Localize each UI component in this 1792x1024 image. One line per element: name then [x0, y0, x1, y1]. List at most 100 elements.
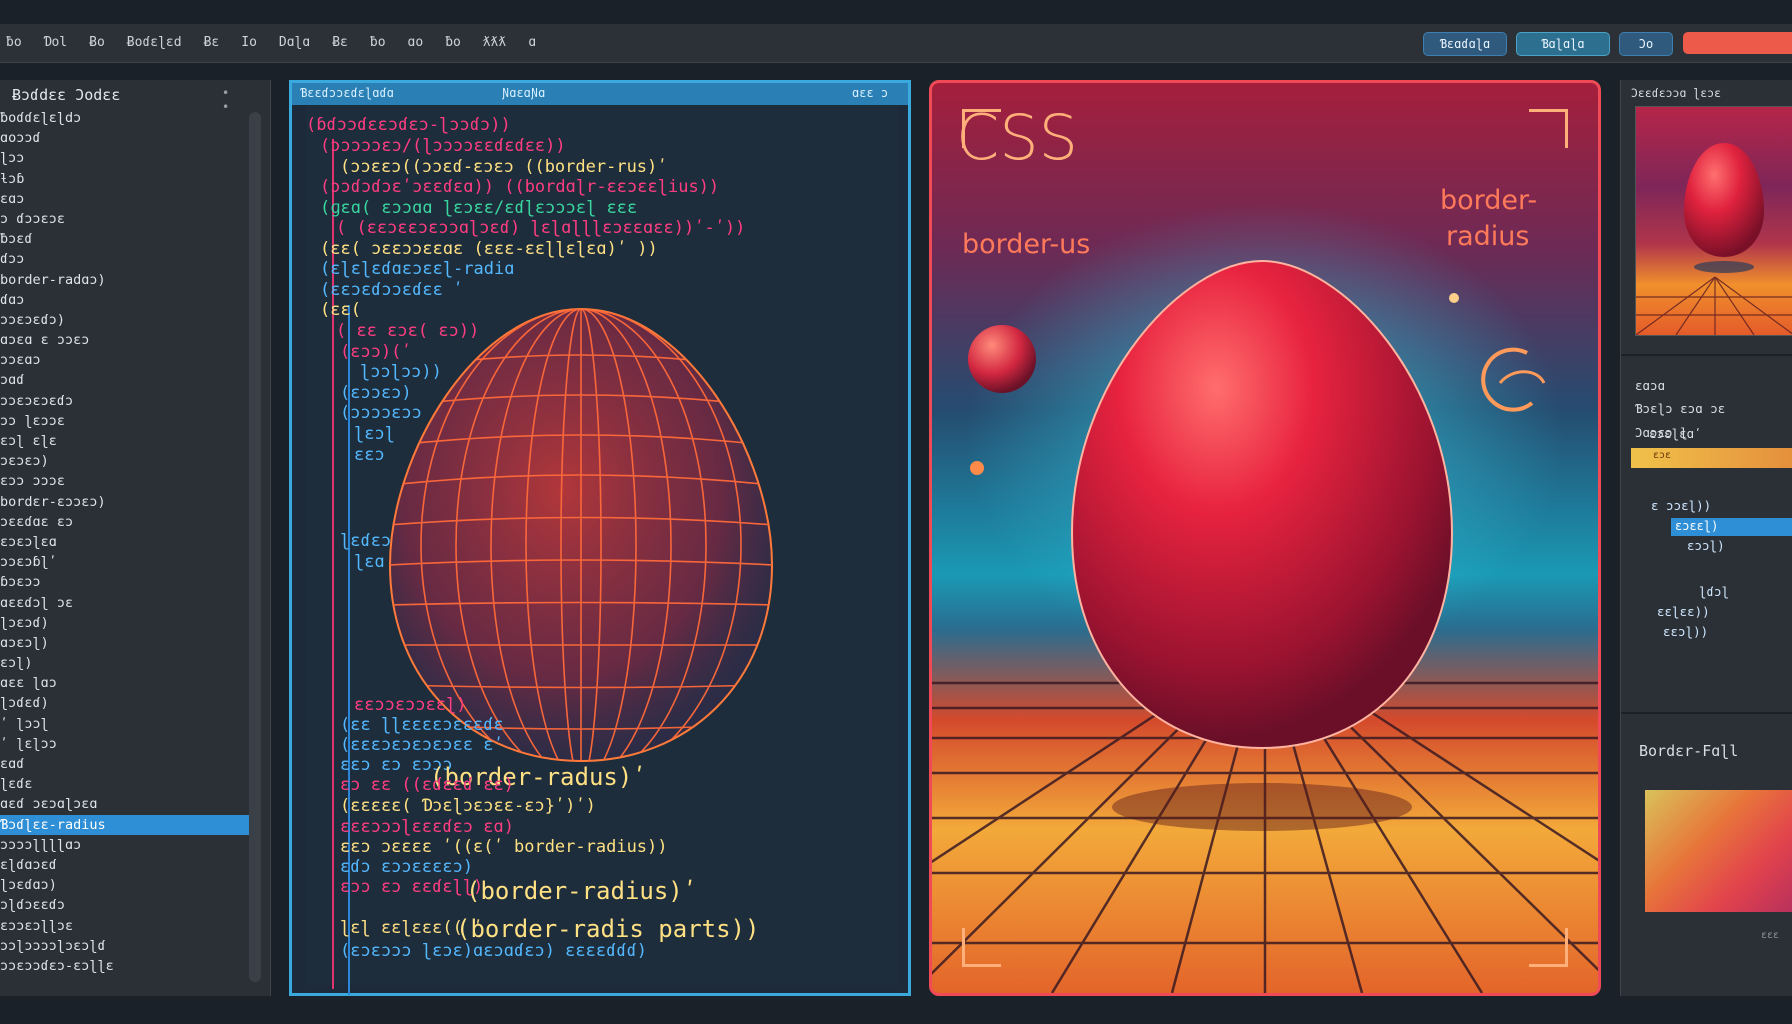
sidebar-item[interactable]: ɑɛɛɗɔɭ ɔɛ — [0, 593, 250, 613]
inspector-line: ɛɔɛɛɭ) — [1675, 519, 1719, 533]
code-tab-label[interactable]: Ɓɛɛɗɔɔɛɗɛɭɑɗɑ — [300, 86, 394, 100]
sidebar-item[interactable]: ɭɔɛɔɗ) — [0, 613, 250, 633]
toolbar-button-2[interactable]: Ɓɑɭɑɭɑ — [1516, 32, 1610, 56]
thumbnail-egg-graphic — [1636, 143, 1792, 335]
sidebar-item[interactable]: ƀoɗɗɛɭɛɭdɔ — [0, 108, 250, 128]
menu-item[interactable]: Io — [241, 35, 257, 50]
sidebar-scrollbar[interactable] — [249, 112, 261, 982]
preview-thumbnail[interactable] — [1635, 106, 1792, 336]
inspector-line[interactable]: ɭɗɔɭ — [1699, 584, 1729, 599]
sidebar-item[interactable]: ɑɔɛɔɭ) — [0, 633, 250, 653]
sidebar-item[interactable]: ɭɔɛɗɑɔ) — [0, 875, 250, 895]
code-line: ɛɗɔ ɛɔɔɛɛɛɛɔ) — [340, 857, 474, 877]
menu-item[interactable]: ƀo — [445, 35, 461, 50]
sidebar-item[interactable]: ɔɔɔɔɭɭɭɭɑɔ — [0, 835, 250, 855]
sidebar-item[interactable]: ɔ ɗɔɔɛɔɛ — [0, 209, 250, 229]
inspector-line[interactable]: Ɓɔɛɭɔ ɛɔɑ ɔɛ — [1635, 401, 1725, 416]
inspector-section-title: Bordɛr-Fɑɭl — [1639, 742, 1739, 760]
sidebar-item[interactable]: ɔɔɛɔɛɔɛɗɔ — [0, 391, 250, 411]
inspector-line[interactable]: ɛɛɭɛɛ)) — [1657, 604, 1710, 619]
menu-item[interactable]: Ƀɛ — [332, 35, 348, 50]
sidebar-item[interactable]: ɗɑɔ — [0, 290, 250, 310]
sidebar-item[interactable]: ʹ ɭɔɔɭ — [0, 714, 250, 734]
code-line: (ɔɔɛɛɔ((ɔɔɛɗ-ɛɔɛɔ ((border-rus)ʹ — [340, 157, 668, 177]
sidebar-item[interactable]: ɛɔɛɔɭɛɑ — [0, 532, 250, 552]
frame-corner — [1529, 928, 1568, 967]
preview-panel: CSS border-us border- radius — [929, 80, 1601, 996]
sidebar-item[interactable]: ɑɛɗ ɔɛɔɑɭɔɛɑ — [0, 794, 250, 814]
menu-item[interactable]: Dɑɭɑ — [279, 35, 310, 50]
toolbar-button-1[interactable]: Ɓɛɑɗɑɭɑ — [1423, 32, 1507, 56]
sidebar-item[interactable]: ɑoɔɔɗ — [0, 128, 250, 148]
sidebar-item[interactable]: Ɓɔɗɭɛɛ-radius — [0, 814, 250, 835]
toolbar-button-3[interactable]: Ɔo — [1619, 32, 1673, 56]
sidebar-item[interactable]: ɔɔɛɔɓɭʹ — [0, 552, 250, 572]
menu-item[interactable]: ɑo — [408, 35, 424, 50]
menu-item[interactable]: Ƀoɗɛɭɛd — [127, 35, 182, 50]
sidebar-item[interactable]: ɭɔɔ — [0, 148, 250, 168]
inspector-line[interactable]: ɛɔɛɭɛɑʹ — [1649, 426, 1702, 441]
menu-item[interactable]: Ƀo — [89, 35, 105, 50]
sidebar-item[interactable]: border-radɑɔ) — [0, 270, 250, 290]
code-line: (ɛɛ ɭɭɛɛɛɛɔɛɛɛɗɛ — [340, 715, 504, 735]
sidebar-item[interactable]: ɑɛɛ ɭɑɔ — [0, 673, 250, 693]
code-line: (ɛɔɔɛɔ) — [340, 383, 412, 403]
sidebar-item[interactable]: ɭɔɗɛɗ) — [0, 693, 250, 713]
color-swatch-gradient[interactable] — [1645, 790, 1792, 912]
sidebar-item[interactable]: ƚɔɓ — [0, 169, 250, 189]
menu-item[interactable]: Ɗol — [44, 35, 67, 50]
sidebar-item[interactable]: ɔɔɛɑɔ — [0, 350, 250, 370]
frame-corner — [962, 928, 1001, 967]
sidebar-item[interactable]: ɔɔ ɭɛɔɔɛ — [0, 411, 250, 431]
sidebar-item[interactable]: bordɛr-ɛɔɔɛɔ) — [0, 492, 250, 512]
inspector-line: ɛɔɛ — [1653, 450, 1672, 461]
sidebar-item[interactable]: ɔɔɭɔɔɔɔɭɔɛɔɭɗ — [0, 936, 250, 956]
menu-item[interactable]: ƛƛƛ — [483, 35, 506, 50]
sidebar-item[interactable]: ɑɔɛɑ ɛ ɔɔɛɔ — [0, 330, 250, 350]
sidebar-item[interactable]: ɭɛɗɛ — [0, 774, 250, 794]
inspector-line[interactable]: ɛɛɔɭ)) — [1663, 624, 1708, 639]
inspector-line: ɛɑɔɑ — [1635, 378, 1666, 393]
menu-item[interactable]: ƀo — [6, 35, 22, 50]
sidebar-item[interactable]: ɛɔɔɛɔɭɭɔɛ — [0, 916, 250, 936]
code-line: ɭɛɗɛɔ — [340, 531, 392, 551]
inspector-active-row[interactable]: ɛɔɛɛɭ) — [1671, 518, 1792, 536]
sidebar-item[interactable]: ƀɔɛɗ — [0, 229, 250, 249]
sidebar-item[interactable]: ɛɭɗɑɔɛɗ — [0, 855, 250, 875]
code-line: (ɛɛ( — [320, 300, 361, 320]
inspector-selected-row[interactable]: ɛɔɛ — [1631, 448, 1792, 468]
inspector-line[interactable]: ɛ ɔɔɛɭ)) — [1651, 498, 1711, 513]
code-tab-meta: ɑɛɛ ɔ — [852, 86, 889, 100]
sidebar-item[interactable]: ɔɛɛɗɑɛ ɛɔ — [0, 512, 250, 532]
sidebar-item[interactable]: ɔɭɗɔɛɛɗɔ — [0, 895, 250, 915]
code-line: ɛɛɔ — [354, 445, 385, 465]
sidebar-item[interactable]: ɔɑɗ — [0, 370, 250, 390]
sidebar-item[interactable]: ɔɔɛɔɔɗɛɔ-ɛɔɭɭɛ — [0, 956, 250, 976]
code-line: ɛɛɔɔɛɔɔɛɛɭ) — [354, 695, 467, 715]
sidebar-item[interactable]: ʹ ɭɛɭɔɔ — [0, 734, 250, 754]
menu-item[interactable]: ƀo — [370, 35, 386, 50]
code-line: (ɛɛɛɛɛ( Ɗɔɛɭɔɛɔɛɛ-ɛɔ}ʹ)ʹ) — [340, 796, 596, 816]
sidebar-item[interactable]: ɛɑɗ — [0, 754, 250, 774]
sidebar-item[interactable]: ɛɔɔ ɔɔɔɛ — [0, 471, 250, 491]
sidebar-item[interactable]: ɓɔɛɔɔ — [0, 572, 250, 592]
sidebar-list: ƀoɗɗɛɭɛɭdɔ ɑoɔɔɗ ɭɔɔ ƚɔɓ ɛɑɔ ɔ ɗɔɔɛɔɛ ƀɔɛɗ… — [0, 108, 250, 976]
sidebar-item[interactable]: ɛɑɔ — [0, 189, 250, 209]
menu-item[interactable]: Ƀɛ — [204, 35, 220, 50]
code-line: ɛɛɔ ɔɛɛɛɛ ʹ((ɛ(ʹ border-radius)) — [340, 837, 668, 857]
inspector-line[interactable]: ɛɔɔɭ) — [1687, 538, 1725, 553]
sidebar-item[interactable]: ɔɛɔɛɔ) — [0, 451, 250, 471]
code-editor-body[interactable]: (ɓɗɔɔɗɛɛɔɗɛɔ-ɭɔɔɗɔ)) (ɔɔɔɔɔɛɔ/(ɭɔɔɔɔɛɛɗɛɗ… — [306, 105, 898, 995]
sidebar-item[interactable]: ɛɔɭ) — [0, 653, 250, 673]
sidebar-item[interactable]: ɗɔɔ — [0, 249, 250, 269]
frame-corner — [1529, 109, 1568, 148]
code-line: (ɔɔɔɔɔɛɔ/(ɭɔɔɔɔɛɛɗɛɗɛɛ)) — [320, 136, 566, 156]
toolbar-button-accent[interactable] — [1683, 32, 1792, 54]
inspector-panel: Ɔɛɛɗɛɔɔɑ ɭɛɔɛ ɛɑɔɑ Ɓɔɛɭɔ ɛɔɑ ɔɛ Ɔɑɔɛɔ ɭ … — [1620, 80, 1792, 996]
sidebar-item[interactable]: ɛɔɭ ɛɭɛ — [0, 431, 250, 451]
menu-item[interactable]: ɑ — [528, 35, 536, 50]
sidebar-item[interactable]: ɔɔɛɔɛɗɔ) — [0, 310, 250, 330]
code-line: (ɓɗɔɔɗɛɛɔɗɛɔ-ɭɔɔɗɔ)) — [306, 115, 511, 135]
code-line: (ɛɔɔ)(ʹ — [340, 342, 412, 362]
inspector-footer-note: ɛɛɛ — [1761, 930, 1780, 941]
